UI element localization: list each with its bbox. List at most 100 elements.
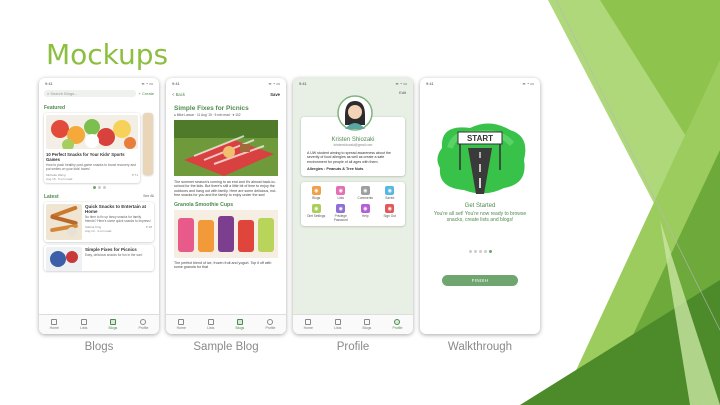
caption-profile: Profile [336,341,370,353]
tab-blogs[interactable]: Blogs [363,319,371,330]
slide-title: Mockups [46,38,169,71]
profile-icon [394,319,401,325]
signal-battery-icon: ▪▪ ◔ ▭ [141,80,153,86]
tab-lists[interactable]: Lists [80,319,87,330]
signal-battery-icon: ▪▪ ◔ ▭ [268,80,280,86]
status-bar: 9:41 ▪▪ ◔ ▭ [299,80,407,86]
page-dot [473,249,477,253]
page-dot [468,249,472,253]
profile-menu-item[interactable]: ◉ Sign Out [379,204,402,222]
back-button[interactable]: < Back [172,92,185,97]
tab-home[interactable]: Home [304,319,313,330]
finish-button[interactable]: FINISH [442,274,518,286]
list-icon [334,319,341,325]
allergies-row: Allergies : Peanuts & Tree Nuts [307,167,364,172]
latest-item[interactable]: Simple Fixes for Picnics Easy, delicious… [44,245,154,271]
blog-meta: ● Mike Larson · 11 Aug '15 · 5 min read … [174,113,241,117]
latest-item-image [46,204,82,240]
profile-menu-item[interactable]: ◉ Privilege Password [330,204,353,222]
tab-blogs[interactable]: Blogs [236,319,244,330]
create-button[interactable]: + Create [139,91,154,96]
tab-bar: Home Lists Blogs Profile [39,314,159,334]
search-icon: ⌕ [47,91,50,96]
menu-item-icon: ◉ [385,186,395,196]
page-dot [488,249,492,253]
caption-walkthrough: Walkthrough [447,341,513,353]
caption-blogs: Blogs [84,341,114,353]
search-input[interactable]: ⌕ Search Blogs... [44,90,136,97]
tab-bar: Home Lists Blogs Profile [166,314,286,334]
status-bar: 9:41 ▪▪ ◔ ▭ [45,80,153,86]
start-sign-text: START [467,134,493,143]
featured-title: 10 Perfect Snacks for Your Kids' Sports … [46,152,125,162]
home-icon [178,319,185,325]
menu-item-icon: ◉ [385,204,395,214]
tab-bar: Home Lists Blogs Profile [293,314,413,334]
walkthrough-body: You're all set! You're now ready to brow… [433,211,527,224]
blog-icon [363,319,370,325]
likes-count: ♥ 71 [132,173,138,177]
blog-icon [109,319,116,325]
blog-title: Simple Fixes for Picnics [174,105,249,112]
menu-item-icon: ◉ [336,186,346,196]
featured-image [46,115,138,151]
phone-profile: 9:41 ▪▪ ◔ ▭ Edit Kristen Shiozaki kristen… [293,78,413,334]
page-dot [483,249,487,253]
status-bar: 9:41 ▪▪ ◔ ▭ [172,80,280,86]
blog-subheading: Granola Smoothie Cups [174,201,234,208]
save-button[interactable]: Save [270,92,280,97]
nav-bar: < Back Save [166,88,286,101]
featured-desc: How to pack healthy post-game snacks to … [46,163,136,171]
signal-battery-icon: ▪▪ ◔ ▭ [522,80,534,86]
phone-sample-blog: 9:41 ▪▪ ◔ ▭ < Back Save Simple Fixes for … [166,78,286,334]
list-icon [207,319,214,325]
profile-menu-item[interactable]: ◉ Saved [379,186,402,200]
list-icon [80,319,87,325]
latest-item-image [46,247,82,271]
profile-menu-item[interactable]: ◉ Comments [354,186,377,200]
tab-blogs[interactable]: Blogs [109,319,117,330]
tab-home[interactable]: Home [177,319,186,330]
profile-card: Kristen Shiozaki kristenshiozaki@gmail.c… [301,95,405,177]
menu-item-icon: ◉ [360,204,370,214]
avatar [337,95,373,131]
phone-blogs: 9:41 ▪▪ ◔ ▭ ⌕ Search Blogs... + Create Fe… [39,78,159,334]
profile-menu: ◉ Blogs ◉ Lists ◉ Comments ◉ Saved ◉ Diet Setting… [301,182,405,227]
phone-walkthrough: 9:41 ▪▪ ◔ ▭ START Get Started You're all … [420,78,540,334]
featured-card[interactable]: 10 Perfect Snacks for Your Kids' Sports … [44,113,140,183]
tab-profile[interactable]: Profile [138,319,148,330]
tab-lists[interactable]: Lists [207,319,214,330]
picnic-image [174,120,278,176]
profile-menu-item[interactable]: ◉ Blogs [305,186,328,200]
tab-profile[interactable]: Profile [392,319,402,330]
profile-menu-item[interactable]: ◉ Diet Settings [305,204,328,222]
profile-menu-item[interactable]: ◉ Help [354,204,377,222]
next-card-peek[interactable] [143,113,153,175]
tab-home[interactable]: Home [50,319,59,330]
blog-icon [236,319,243,325]
profile-icon [140,319,147,325]
search-row: ⌕ Search Blogs... + Create [39,88,159,99]
profile-bio: A UW student aiming to spread awareness … [307,151,391,164]
menu-item-icon: ◉ [336,204,346,214]
profile-menu-item[interactable]: ◉ Lists [330,186,353,200]
smoothie-image [174,209,278,258]
menu-item-icon: ◉ [311,204,321,214]
page-dots [420,249,540,253]
home-icon [305,319,312,325]
home-icon [51,319,58,325]
tab-lists[interactable]: Lists [334,319,341,330]
latest-item[interactable]: Quick Snacks to Entertain at Home No tim… [44,202,154,242]
featured-heading: Featured [44,105,66,111]
see-all-link[interactable]: See All [143,194,154,200]
caption-sample-blog: Sample Blog [193,341,259,353]
status-bar: 9:41 ▪▪ ◔ ▭ [426,80,534,86]
tab-profile[interactable]: Profile [265,319,275,330]
start-illustration: START [437,123,526,194]
latest-heading: Latest [44,194,59,200]
blog-paragraph: The summer season's coming to an end and… [174,180,277,198]
page-dot [478,249,482,253]
menu-item-icon: ◉ [360,186,370,196]
menu-item-icon: ◉ [311,186,321,196]
signal-battery-icon: ▪▪ ◔ ▭ [395,80,407,86]
